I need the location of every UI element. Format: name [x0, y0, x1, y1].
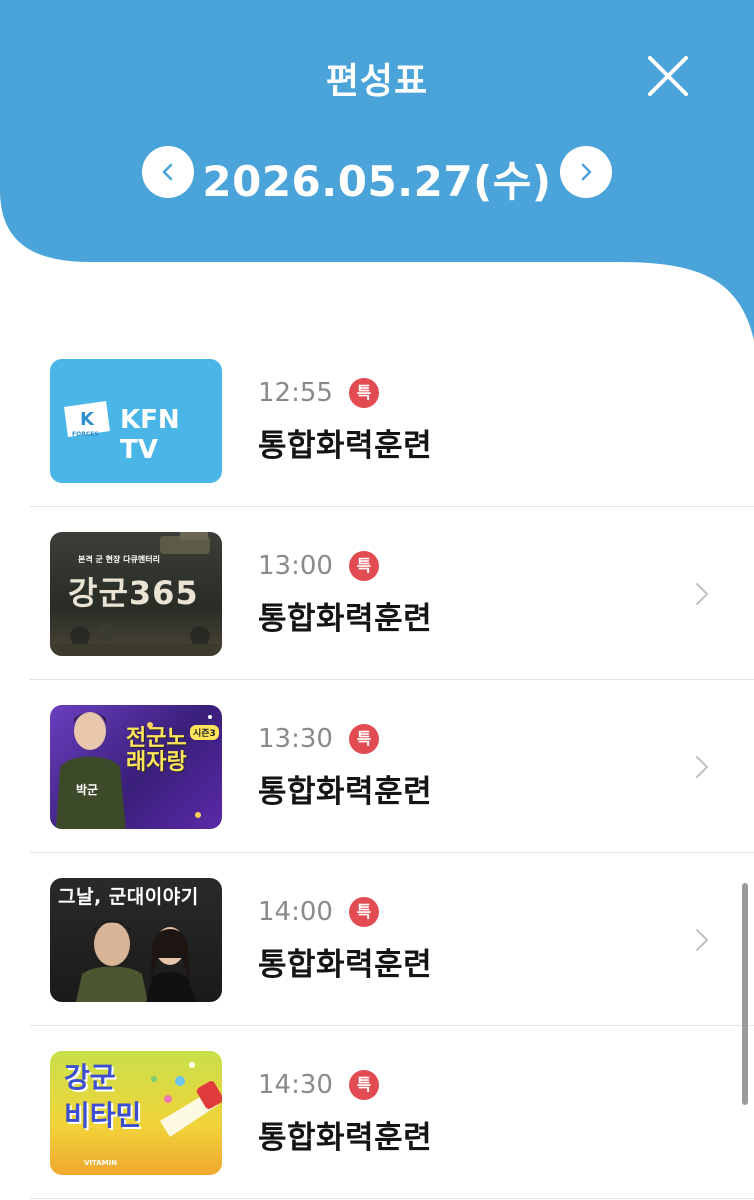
schedule-list: K FORCES KFN TV 12:55 특 통합화력훈련 본격 군 현장 다큐… — [0, 334, 754, 1199]
thumb-title: 강군365 — [68, 574, 199, 612]
next-date-button[interactable] — [560, 146, 612, 198]
chevron-right-icon[interactable] — [692, 752, 712, 782]
thumb-subtitle: 본격 군 현장 다큐멘터리 — [78, 555, 160, 564]
close-icon — [648, 56, 688, 96]
chevron-right-icon[interactable] — [692, 579, 712, 609]
thumb-title: KFN TV — [120, 405, 180, 465]
program-title: 통합화력훈련 — [258, 947, 433, 983]
special-badge: 특 — [348, 1070, 379, 1100]
program-time: 14:00 — [258, 897, 333, 927]
program-meta: 13:30 특 통합화력훈련 — [258, 724, 432, 811]
schedule-item[interactable]: 그날, 군대이야기 14:00 특 통합화력훈련 — [30, 853, 754, 1026]
thumb-subtitle: FORCES — [72, 431, 99, 438]
program-title: 통합화력훈련 — [258, 428, 433, 464]
program-time: 13:00 — [258, 551, 333, 581]
svg-text:K: K — [80, 409, 95, 430]
program-thumbnail: K FORCES KFN TV — [50, 359, 222, 483]
special-badge: 특 — [348, 724, 379, 754]
thumb-subtitle: 시즌3 — [190, 725, 219, 740]
program-title: 통합화력훈련 — [258, 601, 433, 637]
program-title: 통합화력훈련 — [258, 774, 433, 810]
program-title: 통합화력훈련 — [258, 1120, 433, 1156]
program-thumbnail: 본격 군 현장 다큐멘터리 강군365 — [50, 532, 222, 656]
special-badge: 특 — [348, 897, 379, 927]
program-meta: 12:55 특 통합화력훈련 — [258, 378, 432, 465]
program-thumbnail: 강군 비타민 VITAMIN — [50, 1051, 222, 1175]
program-meta: 13:00 특 통합화력훈련 — [258, 551, 432, 638]
program-meta: 14:30 특 통합화력훈련 — [258, 1070, 432, 1157]
program-thumbnail: 전군노래자랑 시즌3 박군 — [50, 705, 222, 829]
schedule-item[interactable]: 본격 군 현장 다큐멘터리 강군365 13:00 특 통합화력훈련 — [30, 507, 754, 680]
schedule-item[interactable]: K FORCES KFN TV 12:55 특 통합화력훈련 — [30, 334, 754, 507]
date-navigator: 2026.05.27(수) — [0, 140, 754, 206]
chevron-left-icon — [162, 163, 173, 181]
program-time: 13:30 — [258, 724, 333, 754]
program-meta: 14:00 특 통합화력훈련 — [258, 897, 432, 984]
special-badge: 특 — [348, 551, 379, 581]
scrollbar[interactable] — [742, 883, 748, 1105]
thumb-title: 강군 비타민 — [64, 1061, 142, 1132]
chevron-right-icon — [581, 163, 592, 181]
chevron-right-icon[interactable] — [692, 925, 712, 955]
thumb-title: 그날, 군대이야기 — [58, 886, 199, 908]
schedule-item[interactable]: 강군 비타민 VITAMIN 14:30 특 통합화력훈련 — [30, 1026, 754, 1199]
thumb-subtitle: VITAMIN — [84, 1159, 118, 1167]
special-badge: 특 — [348, 378, 379, 408]
current-date: 2026.05.27(수) — [202, 157, 552, 206]
thumb-host-name: 박군 — [76, 783, 99, 797]
program-thumbnail: 그날, 군대이야기 — [50, 878, 222, 1002]
prev-date-button[interactable] — [142, 146, 194, 198]
schedule-item[interactable]: 전군노래자랑 시즌3 박군 13:30 특 통합화력훈련 — [30, 680, 754, 853]
program-time: 12:55 — [258, 378, 333, 408]
close-button[interactable] — [640, 48, 696, 104]
program-time: 14:30 — [258, 1070, 333, 1100]
